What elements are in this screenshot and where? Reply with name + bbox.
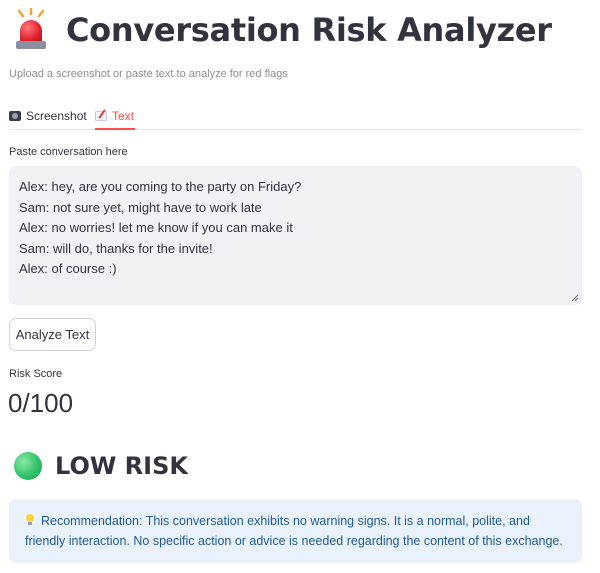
green-circle-icon xyxy=(14,452,42,480)
police-siren-icon xyxy=(12,8,52,52)
analyze-text-button[interactable]: Analyze Text xyxy=(9,318,96,351)
tab-bar: Screenshot Text xyxy=(9,100,582,130)
tab-text-label: Text xyxy=(112,109,135,123)
tab-screenshot[interactable]: Screenshot xyxy=(9,105,87,127)
conversation-input-label: Paste conversation here xyxy=(9,146,128,158)
risk-score-value: 0/100 xyxy=(8,388,74,418)
page-header: Conversation Risk Analyzer xyxy=(12,8,552,52)
light-bulb-icon xyxy=(25,514,35,526)
resize-handle-icon[interactable] xyxy=(571,294,579,302)
risk-score-label: Risk Score xyxy=(9,368,63,380)
risk-level-heading: LOW RISK xyxy=(14,452,188,480)
camera-icon xyxy=(9,111,21,121)
active-tab-indicator xyxy=(95,128,135,130)
tab-screenshot-label: Screenshot xyxy=(26,109,87,123)
recommendation-text: Recommendation: This conversation exhibi… xyxy=(25,514,563,548)
page-title: Conversation Risk Analyzer xyxy=(66,11,552,49)
memo-icon xyxy=(95,111,107,121)
risk-level-text: LOW RISK xyxy=(55,452,188,480)
conversation-textarea[interactable]: Alex: hey, are you coming to the party o… xyxy=(9,166,582,305)
recommendation-alert: Recommendation: This conversation exhibi… xyxy=(9,499,582,563)
page-subtitle: Upload a screenshot or paste text to ana… xyxy=(9,68,288,80)
tab-text[interactable]: Text xyxy=(95,105,134,127)
